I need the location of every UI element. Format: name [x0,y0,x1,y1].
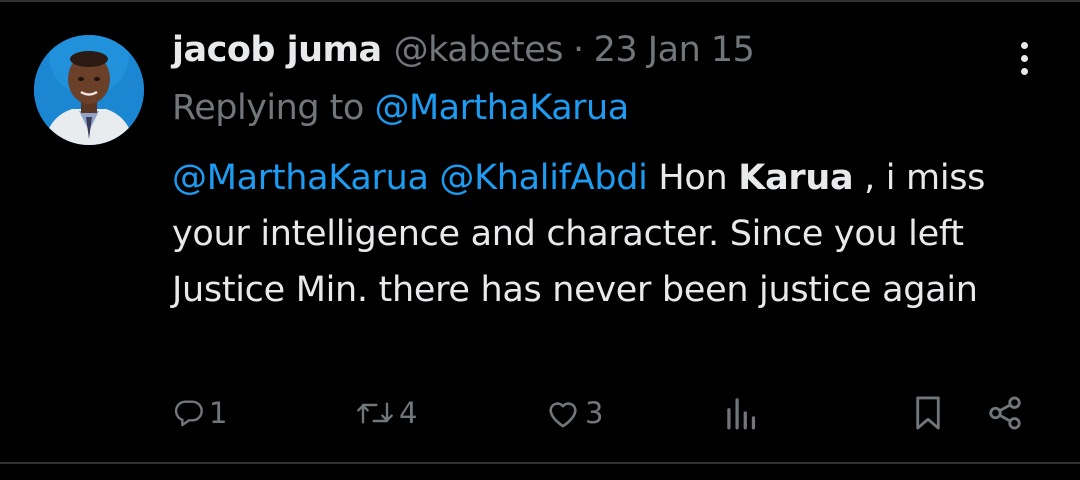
more-dot-icon [1020,67,1028,75]
reply-button[interactable]: 1 [173,390,227,436]
avatar[interactable] [34,35,144,145]
separator-dot: · [573,30,584,70]
tweet-header: jacob juma @kabetes · 23 Jan 15 [172,30,755,78]
top-divider [0,0,1080,2]
like-count: 3 [585,396,604,430]
share-icon [989,396,1021,430]
bookmark-button[interactable] [910,390,946,436]
replying-to-line: Replying to @MarthaKarua [172,88,629,128]
body-mention-marthakarua[interactable]: @MarthaKarua [172,158,429,198]
reply-icon [174,400,203,427]
like-button[interactable]: 3 [545,390,603,436]
views-icon [727,398,756,430]
body-bold-word: Karua [738,158,854,198]
replying-to-label: Replying to [172,88,364,128]
bottom-divider [0,462,1080,464]
retweet-button[interactable]: 4 [355,390,417,436]
avatar-image [34,35,144,145]
views-button[interactable] [722,390,762,436]
body-mention-khalifabdi[interactable]: @KhalifAbdi [439,158,647,198]
retweet-count: 4 [399,396,418,430]
reply-count: 1 [209,396,228,430]
tweet-date[interactable]: 23 Jan 15 [594,30,755,70]
retweet-icon [357,402,393,424]
user-handle[interactable]: @kabetes [394,30,564,70]
tweet-text: @MarthaKarua @KhalifAbdi Hon Karua , i m… [172,150,1052,318]
like-icon [549,402,577,428]
replying-to-mention[interactable]: @MarthaKarua [374,88,629,128]
more-options-button[interactable] [1010,38,1038,78]
share-button[interactable] [986,390,1024,436]
more-dot-icon [1020,41,1028,49]
more-dot-icon [1020,54,1028,62]
bookmark-icon [916,396,940,430]
action-bar: 1 4 3 [0,390,1080,436]
display-name[interactable]: jacob juma [172,30,382,70]
body-text-segment: Hon [647,158,739,198]
